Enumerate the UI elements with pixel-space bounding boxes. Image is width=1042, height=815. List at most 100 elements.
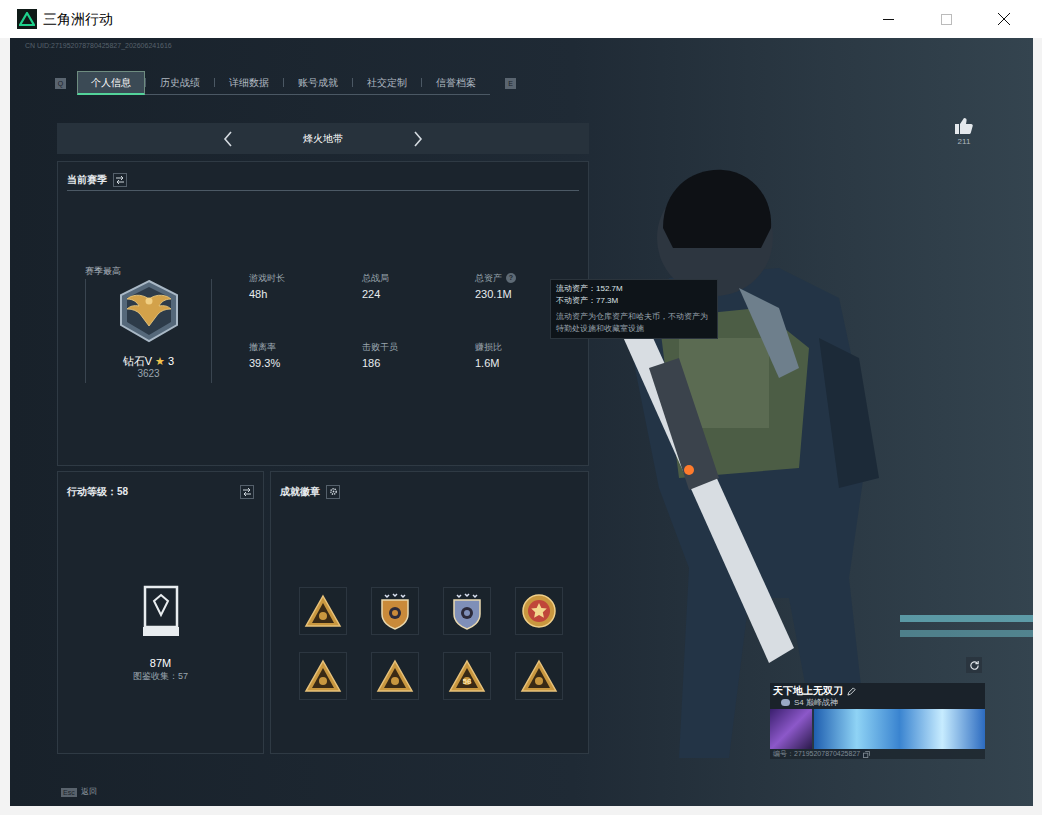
achievement-badge[interactable]: [299, 587, 347, 635]
badges-title: 成就徽章: [280, 484, 320, 499]
best-label: 赛季最高: [85, 265, 212, 277]
stat-item: 赚损比 1.6M: [475, 341, 588, 370]
badge-grid: 56: [299, 587, 588, 700]
achievement-badge[interactable]: [515, 587, 563, 635]
triangle-badge-icon: [448, 659, 486, 693]
profile-banner: [770, 709, 985, 749]
player-name: 天下地上无双刀: [773, 685, 843, 697]
refresh-button[interactable]: [966, 657, 982, 673]
season-panel: 当前赛季赛季最高钻石V★33623游戏时长48h总战局224总资产?230.1M…: [57, 161, 589, 466]
player-title: S4 巅峰战神: [794, 697, 838, 708]
back-key: Esc: [61, 788, 77, 797]
edit-icon[interactable]: [847, 687, 856, 696]
rank-star-icon: ★: [155, 355, 165, 368]
mode-label: 烽火地带: [303, 131, 343, 146]
tooltip-line: 流动资产：152.7M: [556, 283, 712, 295]
tab-separator: [145, 78, 146, 87]
triangle-badge-icon: [304, 659, 342, 693]
copy-icon[interactable]: [863, 751, 870, 758]
uid-text: CN UID:271952078780425827_202606241616: [10, 38, 589, 50]
banner-picture: [814, 709, 985, 749]
stat-value: 224: [362, 287, 475, 301]
window-title: 三角洲行动: [43, 9, 113, 30]
app-logo-icon: [17, 9, 37, 29]
prev-key[interactable]: Q: [55, 78, 66, 89]
achievement-badge[interactable]: [443, 587, 491, 635]
stat-label: 总战局: [362, 272, 389, 284]
stat-value: 186: [362, 356, 475, 370]
achievement-badge[interactable]: [371, 652, 419, 700]
title-bar: 三角洲行动: [0, 0, 1042, 38]
asset-tooltip: 流动资产：152.7M不动资产：77.3M 流动资产为仓库资产和哈夫币，不动资产为…: [550, 279, 718, 339]
achievement-badge[interactable]: 56: [443, 652, 491, 700]
shield-badge-icon: [378, 591, 412, 631]
tab[interactable]: 信誉档案: [422, 71, 490, 95]
maximize-icon: [941, 14, 952, 25]
mode-selector: 烽火地带: [57, 123, 589, 154]
help-icon[interactable]: ?: [506, 273, 516, 283]
next-key[interactable]: E: [505, 78, 516, 89]
profile-card: 天下地上无双刀S4 巅峰战神编号：27195207870425827: [770, 683, 985, 759]
achievement-badge[interactable]: [299, 652, 347, 700]
chevron-right-icon[interactable]: [413, 131, 423, 147]
level-panel: 行动等级：5887M图鉴收集：57: [57, 471, 264, 754]
minimize-button[interactable]: [859, 0, 917, 38]
tab[interactable]: 个人信息: [77, 71, 145, 95]
close-button[interactable]: [975, 0, 1033, 38]
tab-separator: [283, 78, 284, 87]
thumbs-up-icon: [955, 118, 973, 134]
stat-item: 游戏时长 48h: [249, 272, 362, 301]
player-id: 编号：27195207870425827: [773, 749, 860, 759]
triangle-badge-icon: [520, 659, 558, 693]
achievement-badge[interactable]: [371, 587, 419, 635]
tooltip-line: 不动资产：77.3M: [556, 295, 712, 307]
stat-label: 撤离率: [249, 341, 276, 353]
season-switch-button[interactable]: [113, 173, 127, 187]
game-area: CN UID:271952078780425827_202606241616 Q个…: [10, 38, 1033, 806]
stat-label: 击败干员: [362, 341, 398, 353]
stats-grid: 游戏时长48h总战局224总资产?230.1M撤离率39.3%击败干员186赚损…: [249, 272, 588, 370]
maximize-button[interactable]: [917, 0, 975, 38]
tab-separator: [214, 78, 215, 87]
tab[interactable]: 历史战绩: [146, 71, 214, 95]
minimize-icon: [883, 14, 894, 25]
badges-settings-button[interactable]: [326, 485, 340, 499]
stat-label: 游戏时长: [249, 272, 285, 284]
triangle-badge-icon: [376, 659, 414, 693]
stat-item: 击败干员 186: [362, 341, 475, 370]
like-count: 211: [958, 137, 971, 147]
achievement-badge[interactable]: [515, 652, 563, 700]
chevron-left-icon[interactable]: [223, 131, 233, 147]
back-label: 返回: [81, 786, 97, 798]
rank-stars: 3: [168, 355, 174, 368]
tab-bar: Q 个人信息历史战绩详细数据账号成就社交定制信誉档案 E: [10, 71, 589, 95]
gear-icon: [329, 487, 338, 496]
collection-case-icon: [143, 585, 179, 637]
rank-emblem-icon: [113, 279, 185, 345]
rank-name: 钻石V: [123, 355, 152, 368]
stat-item: 总战局 224: [362, 272, 475, 301]
title-emblem-icon: [781, 699, 790, 706]
stat-label: 赚损比: [475, 341, 502, 353]
close-icon: [998, 13, 1010, 25]
swap-icon: [115, 175, 125, 185]
back-hint[interactable]: Esc 返回: [10, 786, 589, 798]
level-switch-button[interactable]: [240, 485, 254, 499]
left-column: CN UID:271952078780425827_202606241616 Q个…: [10, 38, 589, 806]
tab[interactable]: 社交定制: [353, 71, 421, 95]
rank-score: 3623: [137, 368, 159, 380]
tab[interactable]: 详细数据: [215, 71, 283, 95]
refresh-icon: [969, 660, 980, 671]
collection-value: 87M: [150, 657, 171, 670]
stat-value: 39.3%: [249, 356, 362, 370]
stat-value: 48h: [249, 287, 362, 301]
tab[interactable]: 账号成就: [284, 71, 352, 95]
stat-value: 1.6M: [475, 356, 588, 370]
level-title: 行动等级：58: [67, 484, 128, 499]
like-button[interactable]: 211: [955, 118, 973, 147]
tab-separator: [352, 78, 353, 87]
tab-separator: [421, 78, 422, 87]
swap-icon: [242, 487, 252, 497]
tooltip-note: 流动资产为仓库资产和哈夫币，不动资产为特勤处设施和收藏室设施: [556, 311, 712, 335]
shield-badge-icon: [450, 591, 484, 631]
